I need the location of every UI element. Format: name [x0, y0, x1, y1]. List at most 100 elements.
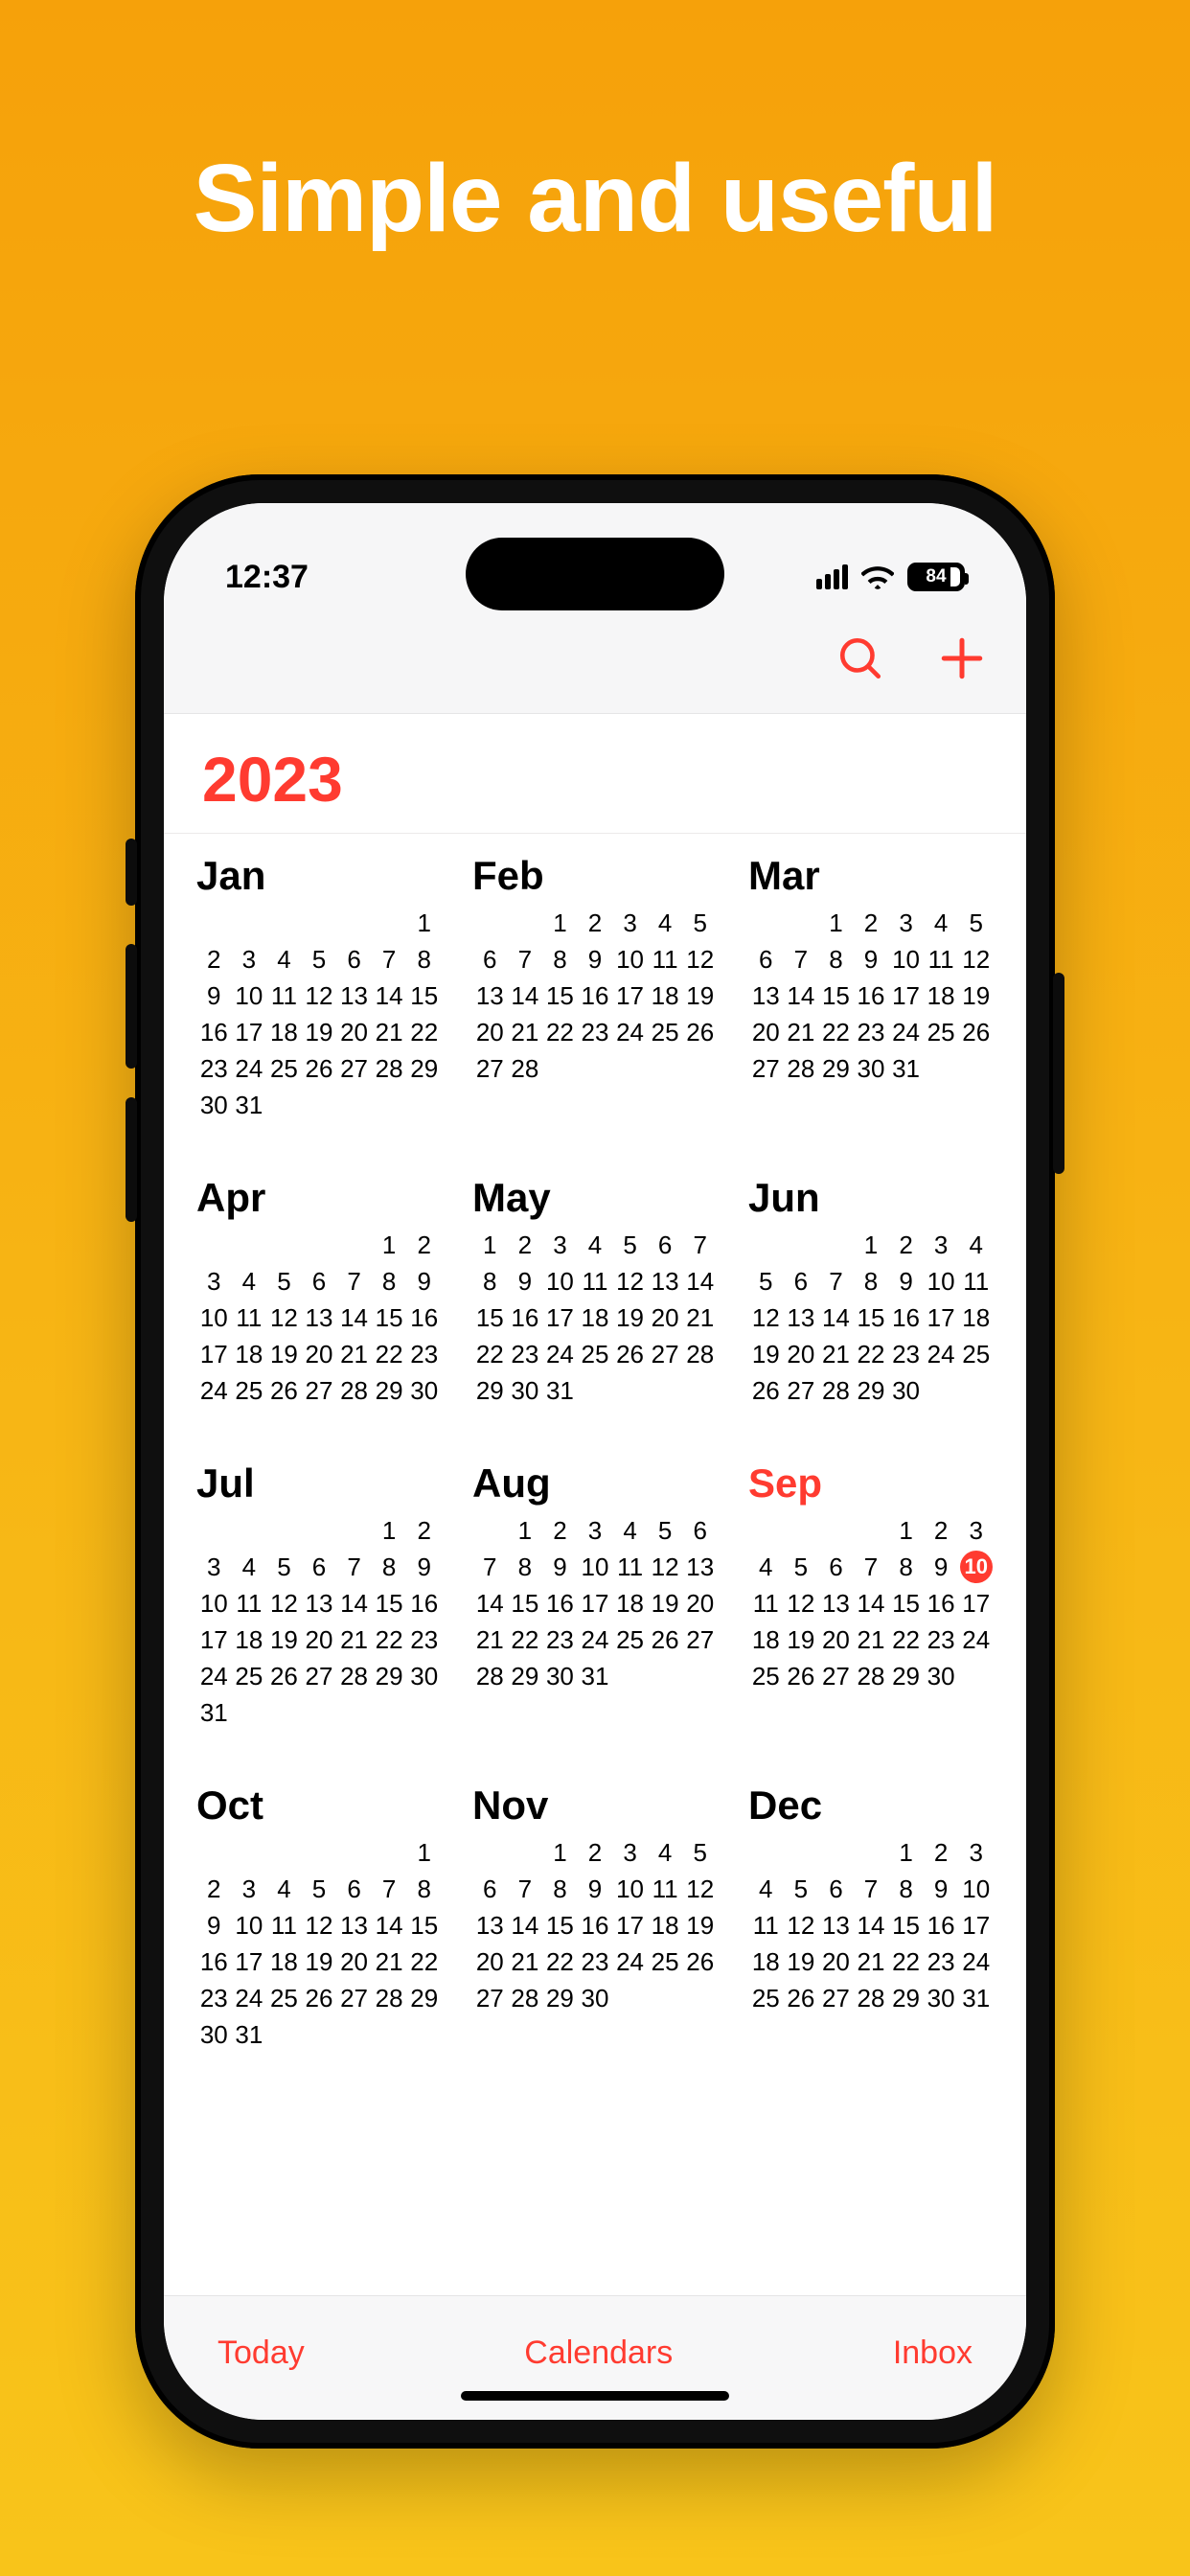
day-cell[interactable]: 15: [406, 978, 442, 1014]
day-cell[interactable]: 18: [648, 1907, 683, 1944]
day-cell[interactable]: 19: [612, 1300, 648, 1336]
day-cell[interactable]: 20: [818, 1944, 854, 1980]
day-cell[interactable]: 5: [958, 905, 994, 941]
day-cell[interactable]: 24: [888, 1014, 924, 1050]
day-cell[interactable]: 3: [958, 1834, 994, 1871]
day-cell[interactable]: 25: [612, 1622, 648, 1658]
day-cell[interactable]: 24: [612, 1944, 648, 1980]
day-cell[interactable]: 8: [472, 1263, 508, 1300]
day-cell[interactable]: 15: [372, 1300, 407, 1336]
day-cell[interactable]: 17: [196, 1622, 232, 1658]
day-cell[interactable]: 23: [196, 1980, 232, 2016]
day-cell[interactable]: 27: [784, 1372, 819, 1409]
day-cell[interactable]: 2: [196, 941, 232, 978]
day-cell[interactable]: 17: [958, 1907, 994, 1944]
day-cell[interactable]: 31: [542, 1372, 578, 1409]
day-cell[interactable]: 15: [406, 1907, 442, 1944]
day-cell[interactable]: 3: [542, 1227, 578, 1263]
day-cell[interactable]: 12: [958, 941, 994, 978]
day-cell[interactable]: 6: [302, 1549, 337, 1585]
day-cell[interactable]: 22: [854, 1336, 889, 1372]
day-cell[interactable]: 27: [472, 1980, 508, 2016]
day-cell[interactable]: 10: [958, 1549, 994, 1585]
day-cell[interactable]: 19: [784, 1622, 819, 1658]
day-cell[interactable]: 22: [406, 1014, 442, 1050]
day-cell[interactable]: 14: [784, 978, 819, 1014]
day-cell[interactable]: 24: [958, 1622, 994, 1658]
day-cell[interactable]: 23: [924, 1622, 959, 1658]
day-cell[interactable]: 12: [648, 1549, 683, 1585]
day-cell[interactable]: 23: [888, 1336, 924, 1372]
day-cell[interactable]: 30: [196, 1087, 232, 1123]
day-cell[interactable]: 14: [336, 1300, 372, 1336]
day-cell[interactable]: 10: [196, 1300, 232, 1336]
day-cell[interactable]: 2: [578, 905, 613, 941]
day-cell[interactable]: 19: [302, 1014, 337, 1050]
day-cell[interactable]: 4: [232, 1549, 267, 1585]
day-cell[interactable]: 3: [196, 1263, 232, 1300]
day-cell[interactable]: 16: [888, 1300, 924, 1336]
day-cell[interactable]: 17: [542, 1300, 578, 1336]
day-cell[interactable]: 14: [854, 1585, 889, 1622]
day-cell[interactable]: 9: [888, 1263, 924, 1300]
year-title[interactable]: 2023: [164, 714, 1026, 834]
day-cell[interactable]: 18: [748, 1622, 784, 1658]
day-cell[interactable]: 9: [924, 1871, 959, 1907]
day-cell[interactable]: 17: [612, 1907, 648, 1944]
day-cell[interactable]: 10: [612, 1871, 648, 1907]
day-cell[interactable]: 5: [784, 1871, 819, 1907]
day-cell[interactable]: 6: [336, 941, 372, 978]
day-cell[interactable]: 17: [612, 978, 648, 1014]
month-block[interactable]: Nov1234567891011121314151617181920212223…: [472, 1782, 718, 2053]
day-cell[interactable]: 7: [818, 1263, 854, 1300]
day-cell[interactable]: 5: [302, 1871, 337, 1907]
day-cell[interactable]: 13: [818, 1585, 854, 1622]
day-cell[interactable]: 3: [232, 1871, 267, 1907]
day-cell[interactable]: 24: [958, 1944, 994, 1980]
day-cell[interactable]: 16: [508, 1300, 543, 1336]
day-cell[interactable]: 16: [196, 1944, 232, 1980]
day-cell[interactable]: 16: [578, 978, 613, 1014]
day-cell[interactable]: 12: [682, 1871, 718, 1907]
day-cell[interactable]: 11: [232, 1300, 267, 1336]
day-cell[interactable]: 29: [542, 1980, 578, 2016]
day-cell[interactable]: 2: [406, 1512, 442, 1549]
day-cell[interactable]: 17: [888, 978, 924, 1014]
day-cell[interactable]: 13: [818, 1907, 854, 1944]
day-cell[interactable]: 13: [648, 1263, 683, 1300]
day-cell[interactable]: 11: [924, 941, 959, 978]
day-cell[interactable]: 1: [472, 1227, 508, 1263]
day-cell[interactable]: 22: [542, 1944, 578, 1980]
day-cell[interactable]: 10: [958, 1871, 994, 1907]
month-block[interactable]: Feb1234567891011121314151617181920212223…: [472, 853, 718, 1123]
day-cell[interactable]: 29: [888, 1980, 924, 2016]
day-cell[interactable]: 4: [748, 1871, 784, 1907]
day-cell[interactable]: 13: [748, 978, 784, 1014]
day-cell[interactable]: 10: [232, 1907, 267, 1944]
day-cell[interactable]: 17: [924, 1300, 959, 1336]
day-cell[interactable]: 18: [232, 1336, 267, 1372]
day-cell[interactable]: 25: [924, 1014, 959, 1050]
day-cell[interactable]: 25: [648, 1944, 683, 1980]
day-cell[interactable]: 4: [748, 1549, 784, 1585]
day-cell[interactable]: 7: [336, 1263, 372, 1300]
day-cell[interactable]: 23: [854, 1014, 889, 1050]
day-cell[interactable]: 20: [302, 1336, 337, 1372]
day-cell[interactable]: 19: [266, 1336, 302, 1372]
day-cell[interactable]: 15: [472, 1300, 508, 1336]
day-cell[interactable]: 15: [818, 978, 854, 1014]
day-cell[interactable]: 8: [854, 1263, 889, 1300]
day-cell[interactable]: 1: [406, 1834, 442, 1871]
day-cell[interactable]: 2: [578, 1834, 613, 1871]
day-cell[interactable]: 23: [924, 1944, 959, 1980]
day-cell[interactable]: 4: [232, 1263, 267, 1300]
day-cell[interactable]: 14: [508, 1907, 543, 1944]
day-cell[interactable]: 13: [336, 1907, 372, 1944]
day-cell[interactable]: 14: [508, 978, 543, 1014]
day-cell[interactable]: 12: [266, 1300, 302, 1336]
day-cell[interactable]: 20: [784, 1336, 819, 1372]
day-cell[interactable]: 1: [854, 1227, 889, 1263]
day-cell[interactable]: 11: [266, 1907, 302, 1944]
day-cell[interactable]: 14: [472, 1585, 508, 1622]
day-cell[interactable]: 7: [854, 1871, 889, 1907]
